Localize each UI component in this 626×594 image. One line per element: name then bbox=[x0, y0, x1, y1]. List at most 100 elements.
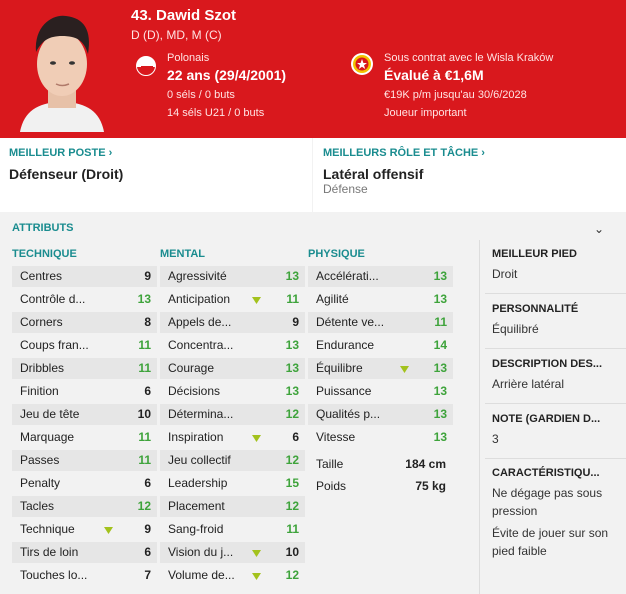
attribute-row[interactable]: Décisions 13 bbox=[160, 380, 305, 403]
technical-list: Centres 9 Contrôle d... 13 Corners 8 Coups fra… bbox=[12, 265, 157, 587]
physical-heading: PHYSIQUE bbox=[308, 248, 365, 260]
squad-status: Joueur important bbox=[384, 107, 467, 119]
attribute-row[interactable]: Qualités p... 13 bbox=[308, 403, 453, 426]
attribute-name: Agilité bbox=[316, 292, 349, 306]
attribute-value: 11 bbox=[138, 361, 151, 375]
attribute-name: Vision du j... bbox=[168, 545, 234, 559]
attribute-value: 10 bbox=[285, 545, 299, 559]
divider bbox=[485, 458, 626, 459]
player-traits[interactable]: CARACTÉRISTIQU... Ne dégage pas sous pre… bbox=[492, 467, 622, 560]
attribute-value: 8 bbox=[144, 315, 151, 329]
attribute-name: Dribbles bbox=[20, 361, 65, 375]
best-role-link[interactable]: MEILLEURS RÔLE ET TÂCHE › bbox=[323, 147, 485, 159]
attribute-value: 13 bbox=[433, 430, 447, 444]
attribute-row[interactable]: Passes 11 bbox=[12, 449, 157, 472]
attribute-row[interactable]: Puissance 13 bbox=[308, 380, 453, 403]
best-role-duty: Défense bbox=[323, 182, 368, 196]
trait-item: Évite de jouer sur son pied faible bbox=[492, 526, 609, 558]
attribute-name: Équilibre bbox=[316, 361, 363, 375]
panel-divider bbox=[479, 240, 480, 594]
attribute-row[interactable]: Contrôle d... 13 bbox=[12, 288, 157, 311]
goalkeeper-rating[interactable]: NOTE (GARDIEN D... 3 bbox=[492, 413, 622, 448]
trait-item: Ne dégage pas sous pression bbox=[492, 486, 603, 518]
attribute-value: 13 bbox=[285, 338, 299, 352]
attribute-row[interactable]: Dribbles 11 bbox=[12, 357, 157, 380]
divider bbox=[485, 348, 626, 349]
attribute-row[interactable]: Finition 6 bbox=[12, 380, 157, 403]
attribute-row[interactable]: Technique 9 bbox=[12, 518, 157, 541]
attribute-row[interactable]: Agilité 13 bbox=[308, 288, 453, 311]
attribute-value: 15 bbox=[285, 476, 299, 490]
attribute-name: Inspiration bbox=[168, 430, 224, 444]
attribute-name: Vitesse bbox=[316, 430, 356, 444]
attribute-name: Corners bbox=[20, 315, 63, 329]
attribute-row[interactable]: Courage 13 bbox=[160, 357, 305, 380]
attribute-name: Détente ve... bbox=[316, 315, 385, 329]
attribute-row[interactable]: Penalty 6 bbox=[12, 472, 157, 495]
attribute-row[interactable]: Jeu collectif 12 bbox=[160, 449, 305, 472]
attribute-row[interactable]: Anticipation 11 bbox=[160, 288, 305, 311]
attribute-row[interactable]: Marquage 11 bbox=[12, 426, 157, 449]
attribute-row[interactable]: Endurance 14 bbox=[308, 334, 453, 357]
attribute-row[interactable]: Détermina... 12 bbox=[160, 403, 305, 426]
attribute-row[interactable]: Placement 12 bbox=[160, 495, 305, 518]
nationality: Polonais bbox=[167, 52, 210, 64]
attribute-name: Jeu de tête bbox=[20, 407, 80, 421]
club-badge-icon bbox=[351, 53, 373, 75]
attribute-row[interactable]: Corners 8 bbox=[12, 311, 157, 334]
attribute-name: Accélérati... bbox=[316, 269, 379, 283]
contract-club[interactable]: Sous contrat avec le Wisla Kraków bbox=[384, 52, 553, 64]
attribute-name: Finition bbox=[20, 384, 59, 398]
attribute-value: 11 bbox=[434, 315, 447, 329]
weight-row: Poids 75 kg bbox=[316, 479, 446, 493]
attribute-row[interactable]: Accélérati... 13 bbox=[308, 265, 453, 288]
height-label: Taille bbox=[316, 457, 344, 471]
best-position-link[interactable]: MEILLEUR POSTE › bbox=[9, 147, 112, 159]
best-role-panel[interactable]: MEILLEURS RÔLE ET TÂCHE › Latéral offensi… bbox=[313, 138, 626, 212]
player-description[interactable]: DESCRIPTION DES... Arrière latéral bbox=[492, 358, 622, 393]
attribute-value: 10 bbox=[137, 407, 151, 421]
best-role-label: MEILLEURS RÔLE ET TÂCHE bbox=[323, 147, 479, 159]
attribute-row[interactable]: Détente ve... 11 bbox=[308, 311, 453, 334]
attribute-value: 9 bbox=[144, 522, 151, 536]
player-photo bbox=[14, 6, 110, 132]
attribute-value: 9 bbox=[292, 315, 299, 329]
attribute-row[interactable]: Volume de... 12 bbox=[160, 564, 305, 587]
attribute-row[interactable]: Équilibre 13 bbox=[308, 357, 453, 380]
attribute-row[interactable]: Vision du j... 10 bbox=[160, 541, 305, 564]
trend-arrow-icon bbox=[252, 435, 261, 442]
traits-label: CARACTÉRISTIQU... bbox=[492, 467, 600, 479]
chevron-right-icon: › bbox=[108, 147, 113, 159]
best-position-value: Défenseur (Droit) bbox=[9, 166, 124, 182]
attribute-row[interactable]: Centres 9 bbox=[12, 265, 157, 288]
attribute-row[interactable]: Inspiration 6 bbox=[160, 426, 305, 449]
attribute-row[interactable]: Concentra... 13 bbox=[160, 334, 305, 357]
attribute-name: Passes bbox=[20, 453, 60, 467]
chevron-down-icon[interactable]: ⌄ bbox=[594, 222, 604, 236]
attribute-value: 6 bbox=[292, 430, 299, 444]
attribute-row[interactable]: Sang-froid 11 bbox=[160, 518, 305, 541]
attribute-value: 6 bbox=[144, 384, 151, 398]
attribute-row[interactable]: Touches lo... 7 bbox=[12, 564, 157, 587]
attribute-value: 11 bbox=[138, 430, 151, 444]
trend-arrow-icon bbox=[252, 573, 261, 580]
attribute-row[interactable]: Jeu de tête 10 bbox=[12, 403, 157, 426]
preferred-foot-label: MEILLEUR PIED bbox=[492, 248, 577, 260]
best-position-panel[interactable]: MEILLEUR POSTE › Défenseur (Droit) bbox=[0, 138, 312, 212]
attribute-row[interactable]: Tirs de loin 6 bbox=[12, 541, 157, 564]
attribute-row[interactable]: Vitesse 13 bbox=[308, 426, 453, 449]
attribute-value: 13 bbox=[285, 384, 299, 398]
attribute-row[interactable]: Tacles 12 bbox=[12, 495, 157, 518]
attributes-title: ATTRIBUTS bbox=[12, 222, 74, 234]
attribute-name: Concentra... bbox=[168, 338, 234, 352]
attribute-row[interactable]: Agressivité 13 bbox=[160, 265, 305, 288]
attribute-name: Technique bbox=[20, 522, 75, 536]
attribute-value: 13 bbox=[433, 361, 447, 375]
description-value: Arrière latéral bbox=[492, 377, 565, 391]
attribute-name: Leadership bbox=[168, 476, 228, 490]
attribute-row[interactable]: Appels de... 9 bbox=[160, 311, 305, 334]
attribute-row[interactable]: Leadership 15 bbox=[160, 472, 305, 495]
attribute-name: Tirs de loin bbox=[20, 545, 79, 559]
attribute-row[interactable]: Coups fran... 11 bbox=[12, 334, 157, 357]
mental-list: Agressivité 13 Anticipation 11 Appels de... 9… bbox=[160, 265, 305, 587]
